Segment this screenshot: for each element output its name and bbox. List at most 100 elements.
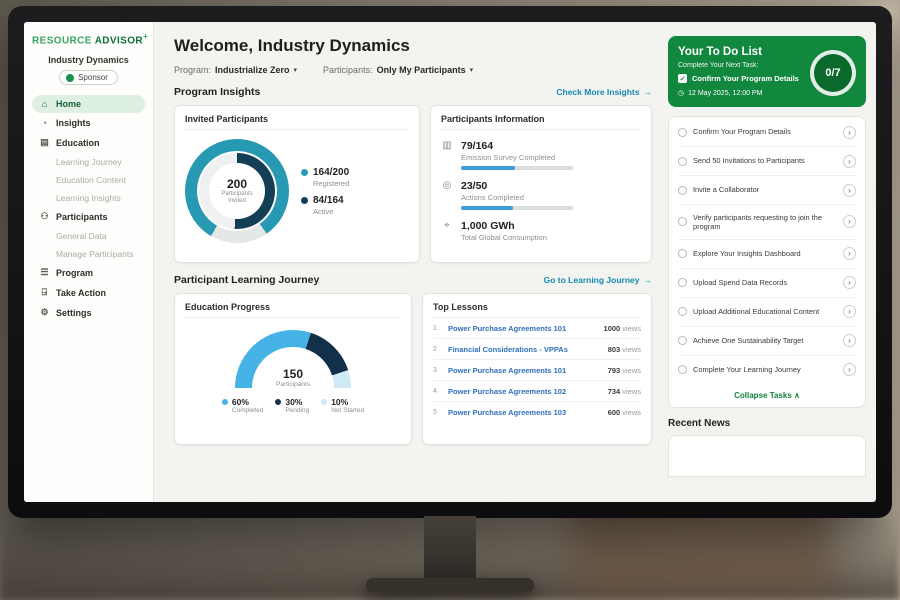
chevron-right-icon[interactable]: › bbox=[843, 305, 856, 318]
checkbox-icon[interactable] bbox=[678, 249, 687, 258]
chevron-down-icon: ▾ bbox=[470, 66, 474, 74]
todo-next-task[interactable]: ✓ Confirm Your Program Details bbox=[678, 74, 808, 83]
legend-item-completed: 60% Completed bbox=[222, 397, 263, 414]
task-row[interactable]: Send 50 Invitations to Participants› bbox=[678, 147, 856, 176]
main-content: Welcome, Industry Dynamics Program: Indu… bbox=[154, 22, 664, 502]
lesson-views: 803views bbox=[608, 345, 641, 354]
sidebar-nav: ⌂Home ◔Insights ▤Education Learning Jour… bbox=[32, 95, 145, 322]
sidebar-item-home[interactable]: ⌂Home bbox=[32, 95, 145, 113]
link-label: Check More Insights bbox=[556, 87, 639, 97]
chevron-right-icon[interactable]: › bbox=[843, 334, 856, 347]
todo-progress-ring: 0/7 bbox=[810, 50, 856, 96]
donut-legend: 164/200 Registered 84/164 Active bbox=[301, 160, 349, 223]
check-more-insights-link[interactable]: Check More Insights→ bbox=[556, 87, 652, 97]
participants-filter-value: Only My Participants bbox=[377, 65, 466, 75]
task-label: Complete Your Learning Journey bbox=[693, 365, 837, 374]
legend-dot bbox=[301, 197, 308, 204]
sidebar-item-learning-insights[interactable]: Learning Insights bbox=[32, 189, 145, 206]
invited-participants-donut-chart: 200 Participants Invited bbox=[185, 139, 289, 243]
sidebar-item-learning-journey[interactable]: Learning Journey bbox=[32, 153, 145, 170]
sponsor-badge[interactable]: Sponsor bbox=[59, 70, 118, 85]
checkbox-checked-icon[interactable]: ✓ bbox=[678, 74, 687, 83]
legend-dot bbox=[275, 399, 281, 405]
participants-filter[interactable]: Participants: Only My Participants ▾ bbox=[323, 65, 473, 75]
sidebar-item-education-content[interactable]: Education Content bbox=[32, 171, 145, 188]
program-insights-cards: Invited Participants 200 Participants In… bbox=[174, 105, 652, 263]
task-row[interactable]: Upload Spend Data Records› bbox=[678, 269, 856, 298]
lesson-rank: 4 bbox=[433, 388, 442, 395]
lesson-row: 3 Power Purchase Agreements 101 793views bbox=[433, 360, 641, 381]
chevron-right-icon[interactable]: › bbox=[843, 155, 856, 168]
monitor-stand-base bbox=[366, 578, 534, 592]
lesson-views: 793views bbox=[608, 366, 641, 375]
clock-icon: ◷ bbox=[678, 89, 684, 97]
chevron-right-icon[interactable]: › bbox=[843, 215, 856, 228]
link-label: Go to Learning Journey bbox=[544, 275, 640, 285]
todo-task-list: Confirm Your Program Details› Send 50 In… bbox=[668, 116, 866, 408]
sidebar-item-education[interactable]: ▤Education bbox=[32, 133, 145, 152]
sidebar-item-insights[interactable]: ◔Insights bbox=[32, 114, 145, 132]
progress-bar bbox=[461, 166, 573, 170]
legend-label: Not Started bbox=[331, 407, 364, 414]
sidebar-item-program[interactable]: ☰Program bbox=[32, 263, 145, 282]
lesson-row: 1 Power Purchase Agreements 101 1000view… bbox=[433, 318, 641, 339]
monitor-bezel: RESOURCE ADVISOR+ Industry Dynamics Spon… bbox=[8, 6, 892, 518]
checkbox-icon[interactable] bbox=[678, 128, 687, 137]
lesson-link[interactable]: Financial Considerations - VPPAs bbox=[448, 345, 602, 354]
checkbox-icon[interactable] bbox=[678, 307, 687, 316]
stat-value: 23/50 bbox=[461, 180, 573, 192]
page-title: Welcome, Industry Dynamics bbox=[174, 36, 652, 56]
sidebar-item-general-data[interactable]: General Data bbox=[32, 227, 145, 244]
card-title: Top Lessons bbox=[433, 302, 641, 318]
task-row[interactable]: Explore Your Insights Dashboard › bbox=[678, 240, 856, 269]
card-title: Participants Information bbox=[441, 114, 641, 130]
chevron-right-icon[interactable]: › bbox=[843, 276, 856, 289]
sidebar-item-settings[interactable]: ⚙Settings bbox=[32, 303, 145, 322]
todo-due-label: 12 May 2025, 12:00 PM bbox=[688, 90, 762, 97]
checkbox-icon[interactable] bbox=[678, 278, 687, 287]
lesson-link[interactable]: Power Purchase Agreements 102 bbox=[448, 387, 602, 396]
program-insights-header: Program Insights Check More Insights→ bbox=[174, 86, 652, 98]
legend-value: 30% bbox=[285, 397, 309, 407]
collapse-tasks-button[interactable]: Collapse Tasks ∧ bbox=[678, 384, 856, 406]
program-filter[interactable]: Program: Industrialize Zero ▾ bbox=[174, 65, 297, 75]
lesson-rank: 1 bbox=[433, 325, 442, 332]
chevron-right-icon[interactable]: › bbox=[843, 363, 856, 376]
donut-center: 200 Participants Invited bbox=[209, 163, 265, 219]
sidebar-item-manage-participants[interactable]: Manage Participants bbox=[32, 245, 145, 262]
checkbox-icon[interactable] bbox=[678, 217, 687, 226]
checkbox-icon[interactable] bbox=[678, 365, 687, 374]
legend-dot bbox=[321, 399, 327, 405]
dashboard-screen: RESOURCE ADVISOR+ Industry Dynamics Spon… bbox=[24, 22, 876, 502]
task-row[interactable]: Verify participants requesting to join t… bbox=[678, 205, 856, 240]
task-label: Explore Your Insights Dashboard bbox=[693, 249, 837, 258]
section-title-program-insights: Program Insights bbox=[174, 86, 260, 98]
checkbox-icon[interactable] bbox=[678, 336, 687, 345]
task-row[interactable]: Upload Additional Educational Content› bbox=[678, 298, 856, 327]
chevron-right-icon[interactable]: › bbox=[843, 184, 856, 197]
task-row[interactable]: Invite a Collaborator› bbox=[678, 176, 856, 205]
arrow-right-icon: → bbox=[644, 275, 653, 285]
task-row[interactable]: Complete Your Learning Journey › bbox=[678, 356, 856, 384]
stat-label: Emission Survey Completed bbox=[461, 153, 573, 162]
lesson-link[interactable]: Power Purchase Agreements 103 bbox=[448, 408, 602, 417]
sidebar-item-participants[interactable]: ⚇Participants bbox=[32, 207, 145, 226]
settings-icon: ⚙ bbox=[39, 307, 50, 318]
task-row[interactable]: Confirm Your Program Details› bbox=[678, 118, 856, 147]
chevron-right-icon[interactable]: › bbox=[843, 126, 856, 139]
checkbox-icon[interactable] bbox=[678, 186, 687, 195]
lesson-views: 734views bbox=[608, 387, 641, 396]
actions-icon: ◎ bbox=[441, 180, 453, 191]
education-progress-gauge-chart: 150 Participants bbox=[235, 330, 351, 388]
checkbox-icon[interactable] bbox=[678, 157, 687, 166]
lesson-link[interactable]: Power Purchase Agreements 101 bbox=[448, 324, 598, 333]
logo-plus: + bbox=[143, 32, 148, 41]
chevron-right-icon[interactable]: › bbox=[843, 247, 856, 260]
task-row[interactable]: Achieve One Sustainability Target› bbox=[678, 327, 856, 356]
chevron-down-icon: ▾ bbox=[294, 66, 298, 74]
program-icon: ☰ bbox=[39, 267, 50, 278]
education-icon: ▤ bbox=[39, 137, 50, 148]
sidebar-item-take-action[interactable]: ⍈Take Action bbox=[32, 283, 145, 302]
lesson-link[interactable]: Power Purchase Agreements 101 bbox=[448, 366, 602, 375]
go-to-learning-journey-link[interactable]: Go to Learning Journey → bbox=[544, 275, 652, 285]
